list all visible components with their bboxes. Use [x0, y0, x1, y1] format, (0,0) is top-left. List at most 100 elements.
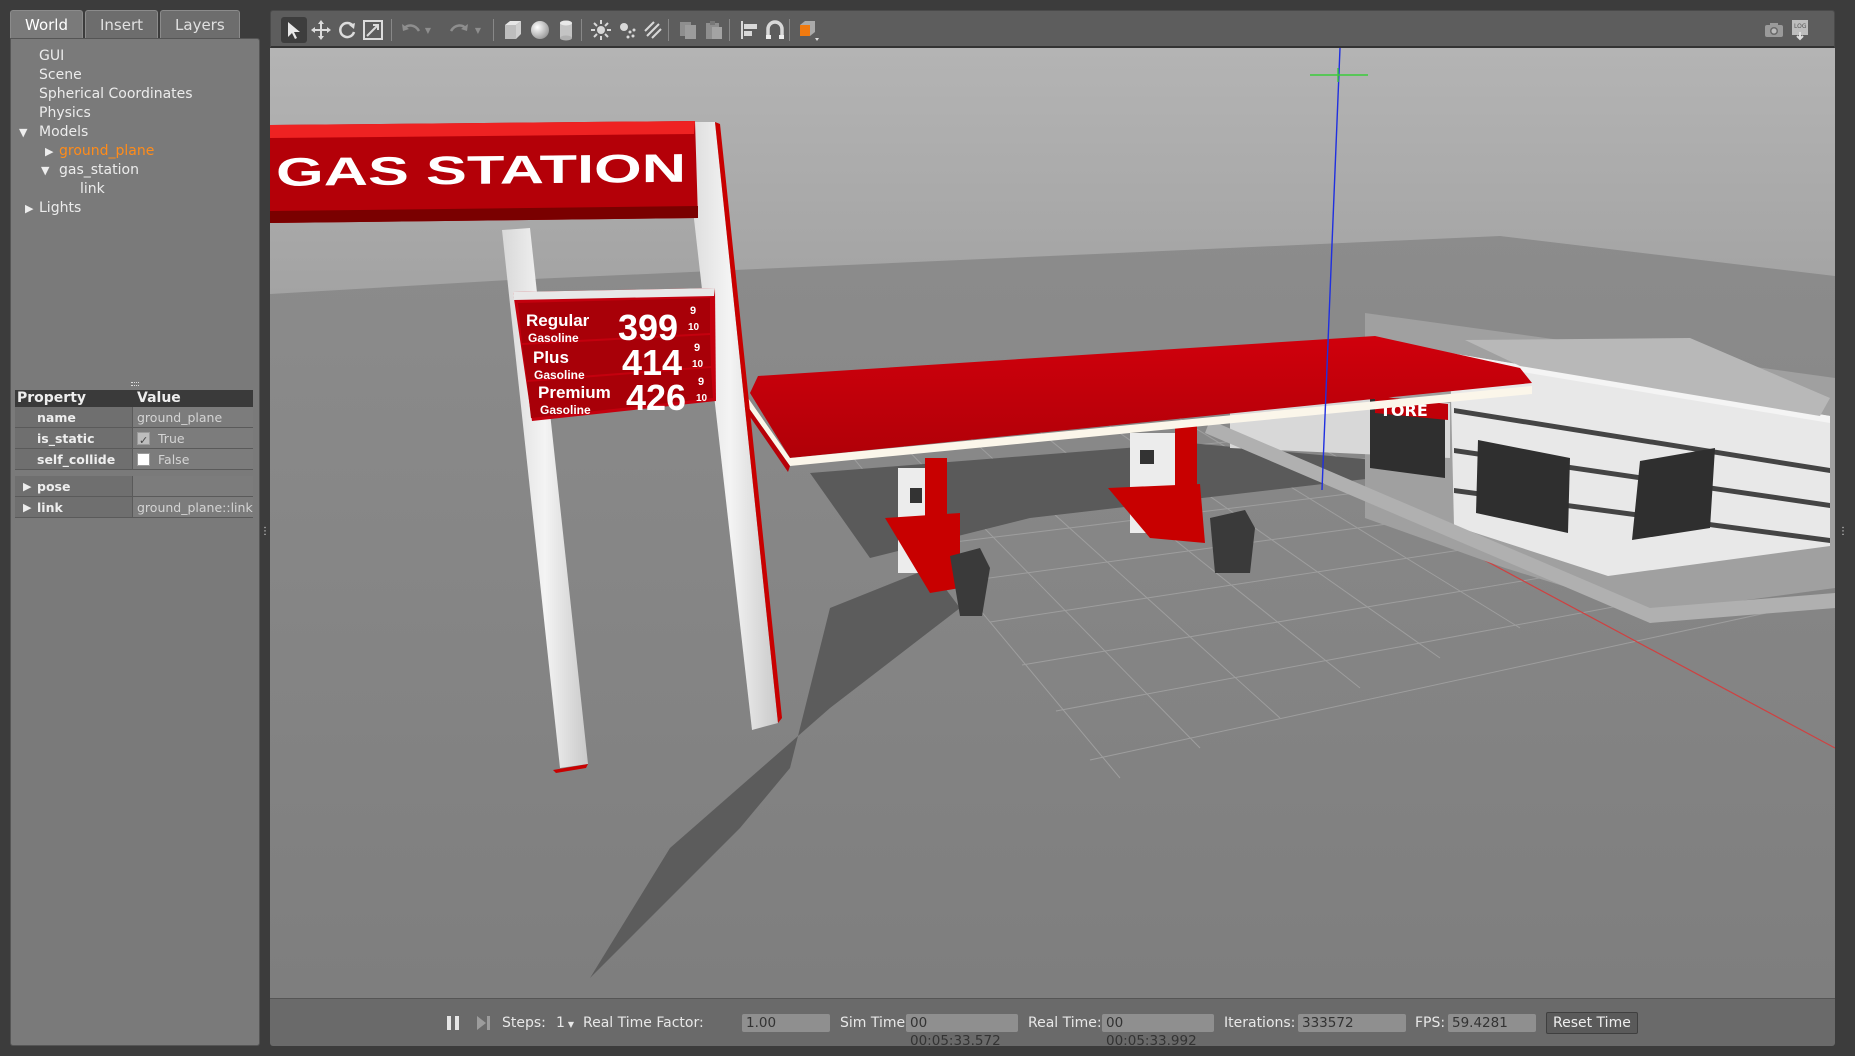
- tree-item-label: link: [80, 181, 105, 197]
- svg-text:LOG: LOG: [1794, 23, 1807, 30]
- is-static-checkbox[interactable]: [137, 430, 150, 451]
- panel-tabs: World Insert Layers: [10, 10, 242, 38]
- property-column-header: Property: [17, 390, 87, 406]
- undo-dropdown-icon[interactable]: ▼: [421, 17, 435, 43]
- grade-price: 426: [626, 377, 686, 418]
- scene-render: TORE GAS STATION Regular Gasoline 399 9 …: [270, 48, 1835, 998]
- property-row-is-static[interactable]: is_static True: [15, 428, 253, 451]
- property-name: ▶ link: [15, 497, 133, 517]
- toolbar-separator: [581, 19, 582, 41]
- reset-time-button[interactable]: Reset Time: [1546, 1012, 1638, 1034]
- grade-name: Plus: [533, 348, 569, 367]
- property-row-pose[interactable]: ▶ pose: [15, 476, 253, 497]
- translate-icon[interactable]: [308, 17, 334, 43]
- tree-item-scene[interactable]: Scene: [11, 66, 261, 85]
- property-value-text: True: [158, 430, 185, 446]
- property-row-name[interactable]: name ground_plane: [15, 407, 253, 428]
- tree-item-models[interactable]: ▼ Models: [11, 123, 261, 142]
- scale-icon[interactable]: [360, 17, 386, 43]
- log-icon[interactable]: LOG: [1787, 17, 1813, 43]
- rotate-icon[interactable]: [334, 17, 360, 43]
- property-table-header: Property Value: [15, 390, 253, 407]
- tab-world[interactable]: World: [10, 10, 83, 38]
- property-value: True: [133, 428, 253, 451]
- tree-item-label: Spherical Coordinates: [39, 86, 193, 102]
- tree-item-link[interactable]: link: [11, 180, 261, 199]
- redo-icon[interactable]: [446, 17, 472, 43]
- sim-time-value: 00 00:05:33.572: [906, 1014, 1018, 1049]
- grade-sub: Gasoline: [528, 331, 579, 345]
- fps-value: 59.4281: [1448, 1014, 1536, 1032]
- toolbar-separator: [729, 19, 730, 41]
- directional-light-icon[interactable]: [640, 17, 666, 43]
- panel-splitter-handle[interactable]: [131, 382, 139, 386]
- step-icon[interactable]: [470, 1010, 496, 1036]
- tree-item-label: Physics: [39, 105, 91, 121]
- self-collide-checkbox[interactable]: [137, 452, 150, 466]
- sim-time-label: Sim Time:: [840, 1015, 910, 1031]
- property-value: ground_plane: [133, 407, 253, 427]
- expanded-arrow-icon[interactable]: ▼: [19, 123, 27, 142]
- tab-insert[interactable]: Insert: [85, 10, 159, 38]
- point-light-icon[interactable]: [588, 17, 614, 43]
- tree-item-physics[interactable]: Physics: [11, 104, 261, 123]
- pause-icon[interactable]: [440, 1010, 466, 1036]
- redo-dropdown-icon[interactable]: ▼: [471, 17, 485, 43]
- toolbar-separator: [789, 19, 790, 41]
- view-angle-icon[interactable]: [796, 17, 822, 43]
- steps-spinbox[interactable]: 1 ▼: [556, 999, 574, 1049]
- tree-item-gui[interactable]: GUI: [11, 47, 261, 66]
- tree-item-label: Models: [39, 124, 89, 140]
- real-time-label: Real Time:: [1028, 1015, 1102, 1031]
- left-panel: World Insert Layers GUI Scene Spherical …: [10, 10, 270, 1046]
- toolbar-separator: [493, 19, 494, 41]
- screenshot-icon[interactable]: [1761, 17, 1787, 43]
- 3d-viewport[interactable]: TORE GAS STATION Regular Gasoline 399 9 …: [270, 48, 1835, 998]
- collapsed-arrow-icon[interactable]: ▶: [25, 199, 33, 218]
- price-fraction-den: 10: [688, 322, 700, 333]
- spot-light-icon[interactable]: [614, 17, 640, 43]
- align-icon[interactable]: [736, 17, 762, 43]
- property-value-text: ground_plane: [137, 409, 223, 425]
- grade-name: Regular: [526, 311, 590, 330]
- expanded-arrow-icon[interactable]: ▼: [41, 161, 49, 180]
- property-table: Property Value name ground_plane is_stat…: [15, 390, 253, 518]
- price-fraction-den: 10: [692, 359, 704, 370]
- tree-item-ground-plane[interactable]: ▶ ground_plane: [11, 142, 261, 161]
- value-column-header: Value: [137, 390, 181, 406]
- tree-item-spherical-coordinates[interactable]: Spherical Coordinates: [11, 85, 261, 104]
- tree-item-gas-station[interactable]: ▼ gas_station: [11, 161, 261, 180]
- price-fraction-num: 9: [698, 376, 704, 388]
- paste-icon[interactable]: [701, 17, 727, 43]
- steps-label: Steps:: [502, 1015, 546, 1031]
- property-name: self_collide: [15, 449, 133, 469]
- cylinder-icon[interactable]: [553, 17, 579, 43]
- property-row-link[interactable]: ▶ link ground_plane::link: [15, 497, 253, 518]
- toolbar: ▼ ▼ LOG: [270, 10, 1835, 48]
- tree-item-label: Scene: [39, 67, 82, 83]
- main-view: ▼ ▼ LOG TORE GAS STATION Regular Gasolin…: [270, 10, 1848, 1049]
- grade-name: Premium: [538, 383, 611, 402]
- collapsed-arrow-icon[interactable]: ▶: [45, 142, 53, 161]
- tree-item-label: GUI: [39, 48, 65, 64]
- copy-icon[interactable]: [675, 17, 701, 43]
- right-panel-grip-icon[interactable]: ⋮: [1838, 526, 1848, 537]
- tree-item-lights[interactable]: ▶ Lights: [11, 199, 261, 218]
- box-icon[interactable]: [500, 17, 526, 43]
- grade-sub: Gasoline: [534, 368, 585, 382]
- expand-arrow-icon[interactable]: ▶: [23, 476, 31, 497]
- sphere-icon[interactable]: [527, 17, 553, 43]
- expand-arrow-icon[interactable]: ▶: [23, 497, 31, 518]
- iterations-label: Iterations:: [1224, 1015, 1296, 1031]
- price-fraction-den: 10: [696, 393, 708, 404]
- snap-icon[interactable]: [762, 17, 788, 43]
- tab-layers[interactable]: Layers: [160, 10, 240, 38]
- property-row-self-collide[interactable]: self_collide False: [15, 449, 253, 470]
- property-value-text: False: [158, 451, 190, 467]
- select-icon[interactable]: [281, 17, 307, 43]
- property-value-text: ground_plane::link: [137, 499, 253, 515]
- price-fraction-num: 9: [690, 305, 696, 317]
- tree-item-label: gas_station: [59, 162, 139, 178]
- grade-sub: Gasoline: [540, 403, 591, 417]
- panel-collapse-grip-icon[interactable]: ⋮: [260, 526, 270, 537]
